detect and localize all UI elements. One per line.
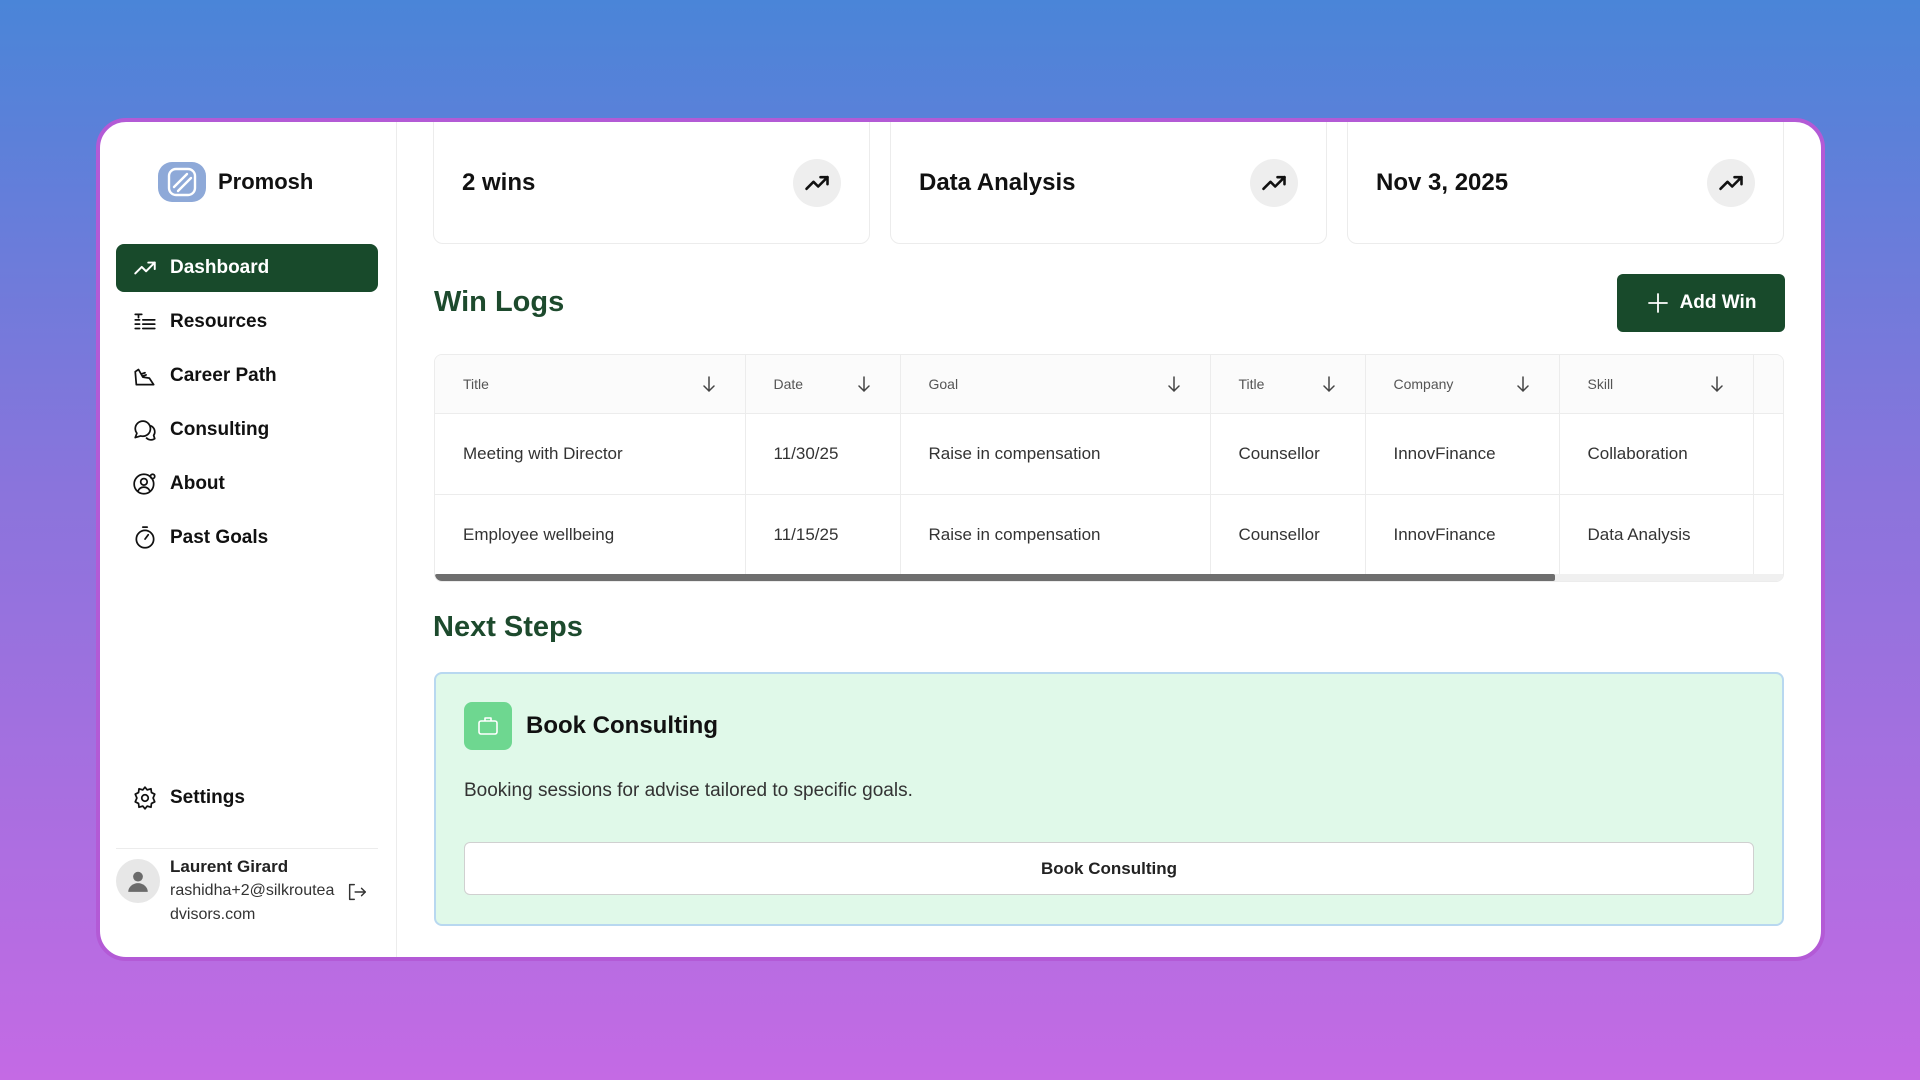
stat-value: Data Analysis xyxy=(919,169,1076,196)
user-profile: Laurent Girard rashidha+2@silkrouteadvis… xyxy=(116,848,378,927)
stat-card-date: Nov 3, 2025 xyxy=(1347,122,1784,244)
sort-down-icon xyxy=(1516,376,1529,392)
horizontal-scrollbar[interactable] xyxy=(435,574,1783,581)
table-header-row: Title Date Goal Title Company Skill xyxy=(435,355,1783,414)
scrollbar-thumb[interactable] xyxy=(435,574,1555,581)
column-header-skill[interactable]: Skill xyxy=(1559,355,1754,414)
sidebar-item-dashboard[interactable]: Dashboard xyxy=(116,244,378,292)
column-header-date[interactable]: Date xyxy=(745,355,901,414)
briefcase-icon xyxy=(464,702,512,750)
cell-goal: Raise in compensation xyxy=(900,413,1211,495)
column-header-company[interactable]: Company xyxy=(1365,355,1560,414)
trend-up-icon xyxy=(1707,159,1755,207)
cell-role-title: Counsellor xyxy=(1210,413,1366,495)
cell-title: Employee wellbeing xyxy=(435,494,746,576)
column-header-title[interactable]: Title xyxy=(435,355,746,414)
logout-icon[interactable] xyxy=(346,881,368,908)
sidebar-item-label: About xyxy=(170,473,225,494)
sort-down-icon xyxy=(857,376,870,392)
win-logs-table: Title Date Goal Title Company Skill Meet… xyxy=(434,354,1784,582)
trend-up-icon xyxy=(1250,159,1298,207)
cell-goal: Raise in compensation xyxy=(900,494,1211,576)
cell-company: InnovFinance xyxy=(1365,413,1560,495)
cell-date: 11/30/25 xyxy=(745,413,901,495)
table-row[interactable]: Employee wellbeing 11/15/25 Raise in com… xyxy=(435,494,1783,576)
stat-value: 2 wins xyxy=(462,169,536,196)
table-row[interactable]: Meeting with Director 11/30/25 Raise in … xyxy=(435,413,1783,495)
avatar[interactable] xyxy=(116,859,160,903)
next-step-card-description: Booking sessions for advise tailored to … xyxy=(464,780,913,801)
column-header-overflow xyxy=(1753,355,1783,414)
footprint-icon xyxy=(134,368,155,386)
stat-card-wins: 2 wins xyxy=(433,122,870,244)
sidebar-item-label: Settings xyxy=(170,787,245,808)
cell-overflow xyxy=(1753,413,1783,495)
cell-skill: Data Analysis xyxy=(1559,494,1754,576)
user-info: Laurent Girard rashidha+2@silkrouteadvis… xyxy=(170,855,336,927)
plus-icon xyxy=(1647,293,1668,313)
sidebar-item-label: Resources xyxy=(170,311,268,332)
win-logs-title: Win Logs xyxy=(434,286,565,318)
cell-title: Meeting with Director xyxy=(435,413,746,495)
list-icon xyxy=(134,313,156,330)
sidebar-item-consulting[interactable]: Consulting xyxy=(116,406,378,454)
trend-up-icon xyxy=(134,261,156,275)
brand[interactable]: Promosh xyxy=(158,162,313,202)
next-step-card-header: Book Consulting xyxy=(464,702,718,750)
cell-overflow xyxy=(1753,494,1783,576)
chat-bubbles-icon xyxy=(134,420,156,441)
trend-up-icon xyxy=(793,159,841,207)
sidebar-nav: Dashboard Resources Career Path Consulti… xyxy=(116,244,378,568)
sort-down-icon xyxy=(702,376,715,392)
cell-date: 11/15/25 xyxy=(745,494,901,576)
cell-role-title: Counsellor xyxy=(1210,494,1366,576)
sidebar-item-about[interactable]: About xyxy=(116,460,378,508)
stat-card-skill: Data Analysis xyxy=(890,122,1327,244)
stat-value: Nov 3, 2025 xyxy=(1376,169,1509,196)
column-header-role-title[interactable]: Title xyxy=(1210,355,1366,414)
add-win-button[interactable]: Add Win xyxy=(1617,274,1785,332)
next-step-card-title: Book Consulting xyxy=(526,712,718,739)
sidebar-item-resources[interactable]: Resources xyxy=(116,298,378,346)
next-step-card: Book Consulting Booking sessions for adv… xyxy=(434,672,1784,926)
column-header-goal[interactable]: Goal xyxy=(900,355,1211,414)
sidebar: Promosh Dashboard Resources Career Path xyxy=(100,122,397,957)
sort-down-icon xyxy=(1167,376,1180,392)
sidebar-item-label: Past Goals xyxy=(170,527,269,548)
sort-down-icon xyxy=(1710,376,1723,392)
sort-down-icon xyxy=(1322,376,1335,392)
user-email: rashidha+2@silkrouteadvisors.com xyxy=(170,882,335,923)
promosh-logo-icon xyxy=(158,162,206,202)
sidebar-item-settings[interactable]: Settings xyxy=(116,774,378,822)
user-gear-icon xyxy=(133,473,156,495)
add-win-label: Add Win xyxy=(1679,292,1757,313)
user-icon xyxy=(128,871,148,892)
stopwatch-icon xyxy=(135,526,155,549)
main-content: 2 wins Data Analysis Nov 3, 2025 Win Log… xyxy=(397,122,1821,957)
brand-name: Promosh xyxy=(218,169,314,194)
sidebar-item-past-goals[interactable]: Past Goals xyxy=(116,514,378,562)
sidebar-item-label: Consulting xyxy=(170,419,270,440)
cell-company: InnovFinance xyxy=(1365,494,1560,576)
gear-icon xyxy=(134,786,156,810)
sidebar-item-career-path[interactable]: Career Path xyxy=(116,352,378,400)
cell-skill: Collaboration xyxy=(1559,413,1754,495)
app-window: Promosh Dashboard Resources Career Path xyxy=(96,118,1825,961)
user-name: Laurent Girard xyxy=(170,857,289,876)
next-steps-title: Next Steps xyxy=(433,611,583,643)
sidebar-item-label: Career Path xyxy=(170,365,277,386)
book-consulting-button[interactable]: Book Consulting xyxy=(464,842,1754,895)
sidebar-item-label: Dashboard xyxy=(170,257,270,278)
